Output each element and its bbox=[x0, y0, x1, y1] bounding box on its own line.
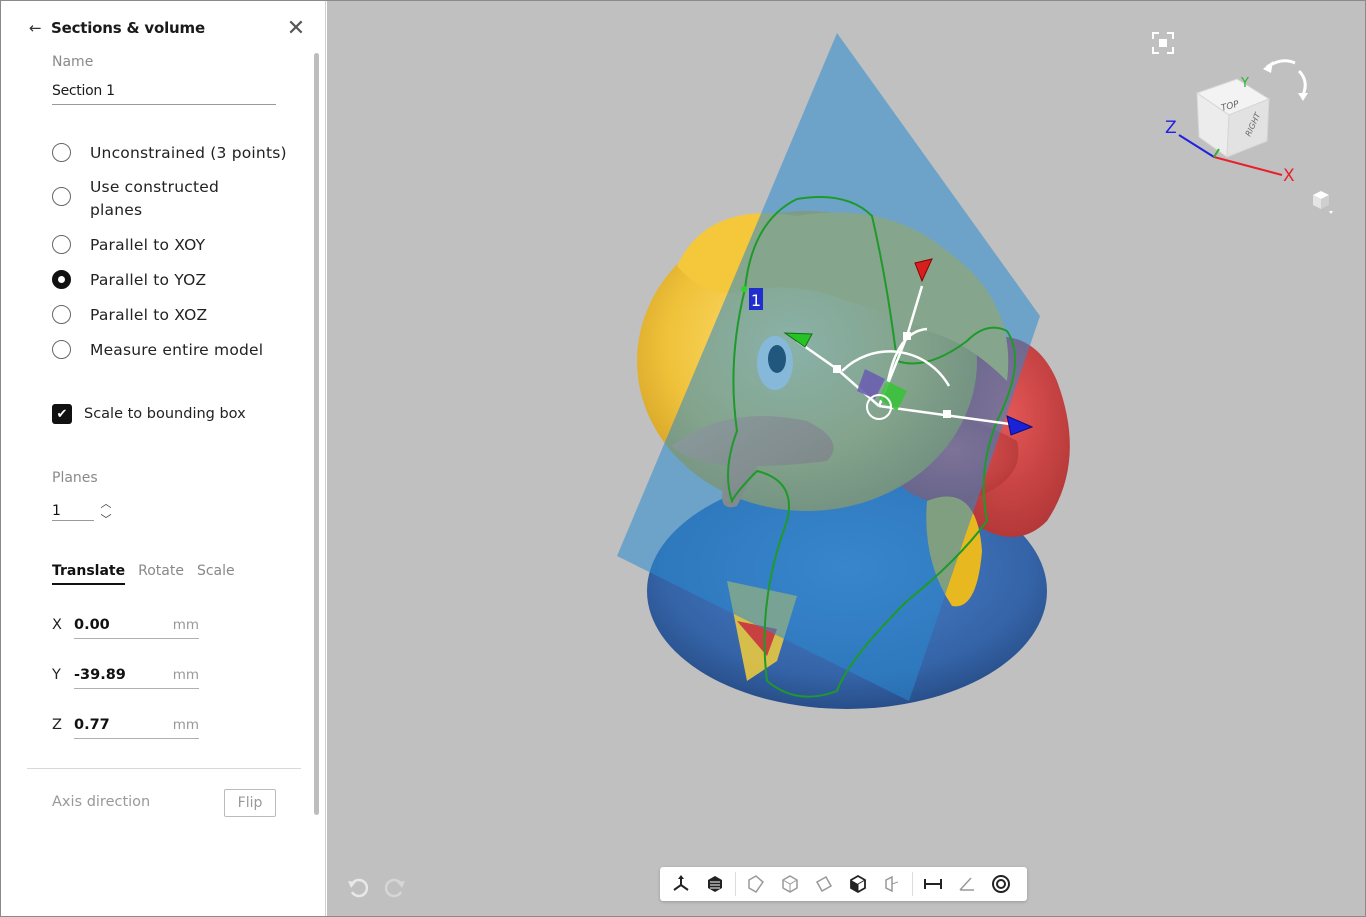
planes-stepper[interactable]: ︿ ﹀ bbox=[98, 495, 114, 526]
section-view-icon[interactable] bbox=[875, 869, 909, 899]
gizmo-handle[interactable] bbox=[903, 332, 911, 340]
radio-button[interactable] bbox=[52, 187, 71, 206]
radio-measure-entire-model[interactable]: Measure entire model bbox=[52, 339, 263, 362]
gizmo-handle[interactable] bbox=[943, 410, 951, 418]
panel-header: ← Sections & volume ✕ bbox=[29, 15, 309, 41]
unit-label: mm bbox=[172, 667, 199, 683]
name-label: Name bbox=[52, 54, 94, 70]
arrow-left-icon[interactable]: ← bbox=[29, 19, 51, 37]
3d-viewport[interactable]: 1 TOP RIGHT X Z Y bbox=[327, 1, 1365, 916]
radio-button-selected[interactable] bbox=[52, 270, 71, 289]
flip-button[interactable]: Flip bbox=[224, 789, 276, 817]
rotate-right-icon[interactable] bbox=[1297, 69, 1307, 96]
axis-label: Z bbox=[52, 717, 62, 733]
solid-view-icon[interactable] bbox=[698, 869, 732, 899]
close-icon[interactable]: ✕ bbox=[283, 15, 309, 41]
name-input[interactable] bbox=[52, 77, 276, 105]
axis-direction-label: Axis direction bbox=[52, 794, 151, 810]
checkmark-icon[interactable]: ✔ bbox=[52, 404, 72, 424]
radio-unconstrained[interactable]: Unconstrained (3 points) bbox=[52, 142, 287, 165]
distance-measure-icon[interactable] bbox=[916, 869, 950, 899]
radio-button[interactable] bbox=[52, 235, 71, 254]
transform-tabs: Translate Rotate Scale bbox=[52, 563, 235, 585]
toolbar-separator bbox=[735, 872, 736, 896]
radio-button[interactable] bbox=[52, 340, 71, 359]
y-axis-label: Y bbox=[1240, 76, 1249, 91]
section-marker-label: 1 bbox=[751, 291, 761, 310]
chevron-down-icon[interactable]: ﹀ bbox=[101, 511, 112, 527]
planes-label: Planes bbox=[52, 470, 98, 486]
z-field[interactable]: 0.77 mm bbox=[74, 711, 199, 739]
checkbox-label: Scale to bounding box bbox=[84, 406, 246, 422]
unit-label: mm bbox=[172, 717, 199, 733]
coord-value[interactable]: 0.77 bbox=[74, 717, 110, 733]
axis-label: Y bbox=[52, 667, 61, 683]
wireframe-view-icon[interactable] bbox=[739, 869, 773, 899]
undo-icon[interactable] bbox=[345, 874, 371, 900]
scale-to-bounding-box-checkbox[interactable]: ✔ Scale to bounding box bbox=[52, 404, 246, 424]
y-axis-indicator bbox=[1213, 148, 1220, 158]
radio-label: Parallel to XOZ bbox=[90, 306, 208, 324]
x-axis-label: X bbox=[1283, 166, 1295, 186]
z-axis-label: Z bbox=[1165, 118, 1177, 138]
planes-input[interactable] bbox=[52, 501, 94, 521]
gizmo-handle[interactable] bbox=[833, 365, 841, 373]
radio-parallel-yoz[interactable]: Parallel to YOZ bbox=[52, 269, 206, 292]
cube-view-icon[interactable] bbox=[841, 869, 875, 899]
transparent-view-icon[interactable] bbox=[807, 869, 841, 899]
radio-label: Measure entire model bbox=[90, 341, 264, 359]
radio-label: Parallel to XOY bbox=[90, 236, 206, 254]
view-toolbar bbox=[660, 867, 1027, 901]
coord-value[interactable]: 0.00 bbox=[74, 617, 110, 633]
axis-label: X bbox=[52, 617, 62, 633]
radio-button[interactable] bbox=[52, 143, 71, 162]
radio-parallel-xoy[interactable]: Parallel to XOY bbox=[52, 234, 205, 257]
coord-row-x: X 0.00 mm bbox=[52, 611, 199, 639]
panel-scrollbar[interactable] bbox=[314, 53, 319, 815]
panel-title: Sections & volume bbox=[51, 19, 205, 37]
radio-constructed-planes[interactable]: Use constructed planes bbox=[52, 176, 242, 222]
angle-measure-icon[interactable] bbox=[950, 869, 984, 899]
radio-parallel-xoz[interactable]: Parallel to XOZ bbox=[52, 304, 207, 327]
coord-row-y: Y -39.89 mm bbox=[52, 661, 199, 689]
redo-icon[interactable] bbox=[382, 874, 408, 900]
tab-rotate[interactable]: Rotate bbox=[138, 563, 184, 585]
xray-view-icon[interactable] bbox=[773, 869, 807, 899]
toolbar-separator bbox=[912, 872, 913, 896]
radio-label: Parallel to YOZ bbox=[90, 271, 207, 289]
tab-translate[interactable]: Translate bbox=[52, 563, 126, 585]
gizmo-icon[interactable] bbox=[664, 869, 698, 899]
radio-button[interactable] bbox=[52, 305, 71, 324]
tab-scale[interactable]: Scale bbox=[197, 563, 235, 585]
divider bbox=[27, 768, 301, 769]
app-window: ← Sections & volume ✕ Name Unconstrained… bbox=[0, 0, 1366, 917]
unit-label: mm bbox=[172, 617, 199, 633]
perspective-cube-icon[interactable] bbox=[1307, 187, 1337, 217]
radio-label: Unconstrained (3 points) bbox=[90, 144, 287, 162]
chevron-up-icon[interactable]: ︿ bbox=[101, 495, 112, 511]
coord-value[interactable]: -39.89 bbox=[74, 667, 126, 683]
coord-row-z: Z 0.77 mm bbox=[52, 711, 199, 739]
sections-volume-panel: ← Sections & volume ✕ Name Unconstrained… bbox=[1, 1, 326, 916]
x-field[interactable]: 0.00 mm bbox=[74, 611, 199, 639]
y-field[interactable]: -39.89 mm bbox=[74, 661, 199, 689]
x-axis-indicator bbox=[1213, 156, 1283, 176]
contour-point[interactable] bbox=[741, 286, 747, 292]
target-icon[interactable] bbox=[984, 869, 1018, 899]
radio-label: Use constructed planes bbox=[90, 178, 220, 219]
